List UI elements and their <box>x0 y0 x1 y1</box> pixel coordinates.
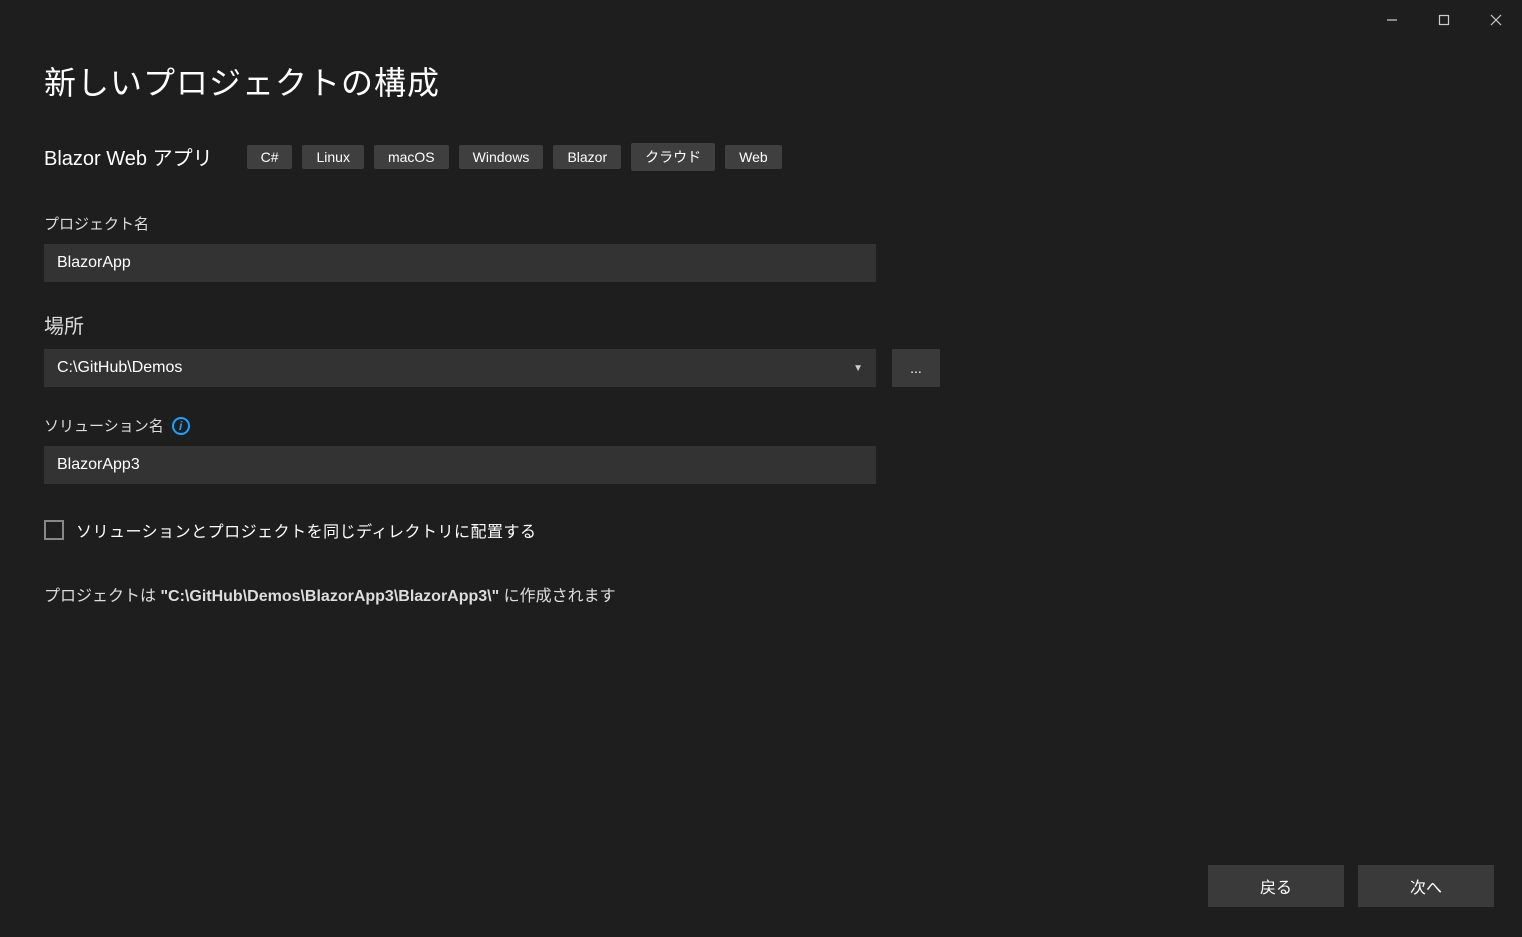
solution-name-field: ソリューション名 i <box>44 415 1478 484</box>
tag: Blazor <box>553 145 621 169</box>
project-name-label: プロジェクト名 <box>44 213 1478 234</box>
same-directory-label: ソリューションとプロジェクトを同じディレクトリに配置する <box>76 518 537 542</box>
tag: Linux <box>302 145 363 169</box>
path-note-suffix: に作成されます <box>499 588 615 605</box>
page-title: 新しいプロジェクトの構成 <box>44 58 1478 104</box>
next-button[interactable]: 次へ <box>1358 865 1494 907</box>
same-directory-checkbox[interactable] <box>44 520 64 540</box>
project-name-input[interactable] <box>44 244 876 282</box>
chevron-down-icon: ▼ <box>853 363 863 374</box>
location-row: C:\GitHub\Demos ▼ ... <box>44 349 1478 387</box>
titlebar <box>0 0 1522 40</box>
window-controls <box>1366 3 1522 37</box>
minimize-button[interactable] <box>1366 3 1418 37</box>
tag: C# <box>247 145 293 169</box>
template-name: Blazor Web アプリ <box>44 142 213 171</box>
project-path-note: プロジェクトは "C:\GitHub\Demos\BlazorApp3\Blaz… <box>44 582 1478 606</box>
path-note-path: "C:\GitHub\Demos\BlazorApp3\BlazorApp3\" <box>160 588 499 605</box>
project-name-field: プロジェクト名 <box>44 213 1478 282</box>
tag: クラウド <box>631 143 715 171</box>
tag: Windows <box>459 145 544 169</box>
location-combo[interactable]: C:\GitHub\Demos ▼ <box>44 349 876 387</box>
maximize-button[interactable] <box>1418 3 1470 37</box>
same-directory-row: ソリューションとプロジェクトを同じディレクトリに配置する <box>44 518 1478 542</box>
solution-name-input[interactable] <box>44 446 876 484</box>
location-label: 場所 <box>44 310 1478 339</box>
tag: macOS <box>374 145 449 169</box>
info-icon[interactable]: i <box>172 417 190 435</box>
back-button[interactable]: 戻る <box>1208 865 1344 907</box>
solution-name-label-row: ソリューション名 i <box>44 415 1478 436</box>
browse-button[interactable]: ... <box>892 349 940 387</box>
close-button[interactable] <box>1470 3 1522 37</box>
path-note-prefix: プロジェクトは <box>44 588 160 605</box>
solution-name-label: ソリューション名 <box>44 415 164 436</box>
location-value: C:\GitHub\Demos <box>57 359 182 377</box>
dialog-footer: 戻る 次へ <box>0 865 1522 937</box>
template-row: Blazor Web アプリ C# Linux macOS Windows Bl… <box>44 142 1478 171</box>
dialog-window: 新しいプロジェクトの構成 Blazor Web アプリ C# Linux mac… <box>0 0 1522 937</box>
tag: Web <box>725 145 782 169</box>
location-field: 場所 C:\GitHub\Demos ▼ ... <box>44 310 1478 387</box>
dialog-content: 新しいプロジェクトの構成 Blazor Web アプリ C# Linux mac… <box>0 40 1522 865</box>
